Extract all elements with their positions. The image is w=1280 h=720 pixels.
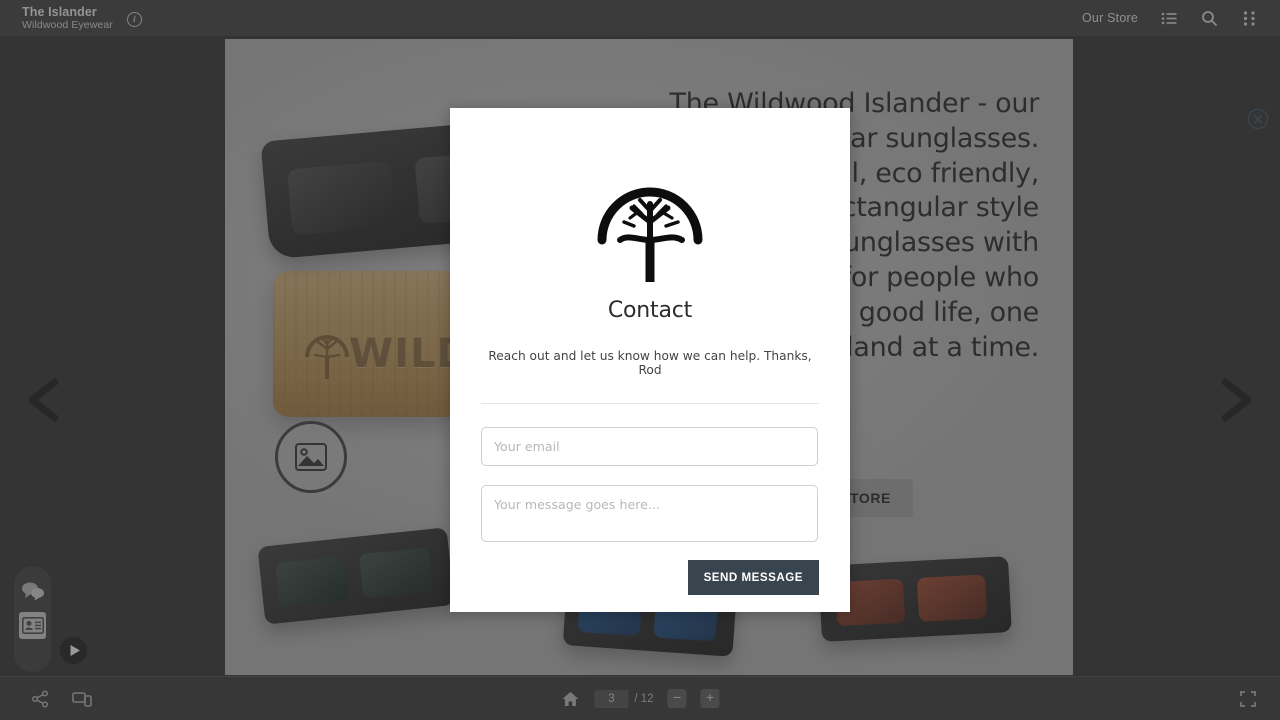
presentation-viewer: The Islander Wildwood Eyewear i Our Stor…: [0, 0, 1280, 720]
contact-modal: Contact Reach out and let us know how we…: [450, 108, 850, 612]
message-field[interactable]: [481, 485, 818, 542]
close-circle-icon[interactable]: [1247, 108, 1269, 130]
modal-description: Reach out and let us know how we can hel…: [488, 349, 812, 377]
wildwood-tree-logo: [594, 178, 706, 282]
modal-divider: [481, 403, 819, 404]
modal-title: Contact: [607, 298, 693, 323]
send-row: SEND MESSAGE: [481, 560, 819, 595]
send-message-button[interactable]: SEND MESSAGE: [687, 560, 819, 595]
email-field[interactable]: [481, 427, 818, 466]
